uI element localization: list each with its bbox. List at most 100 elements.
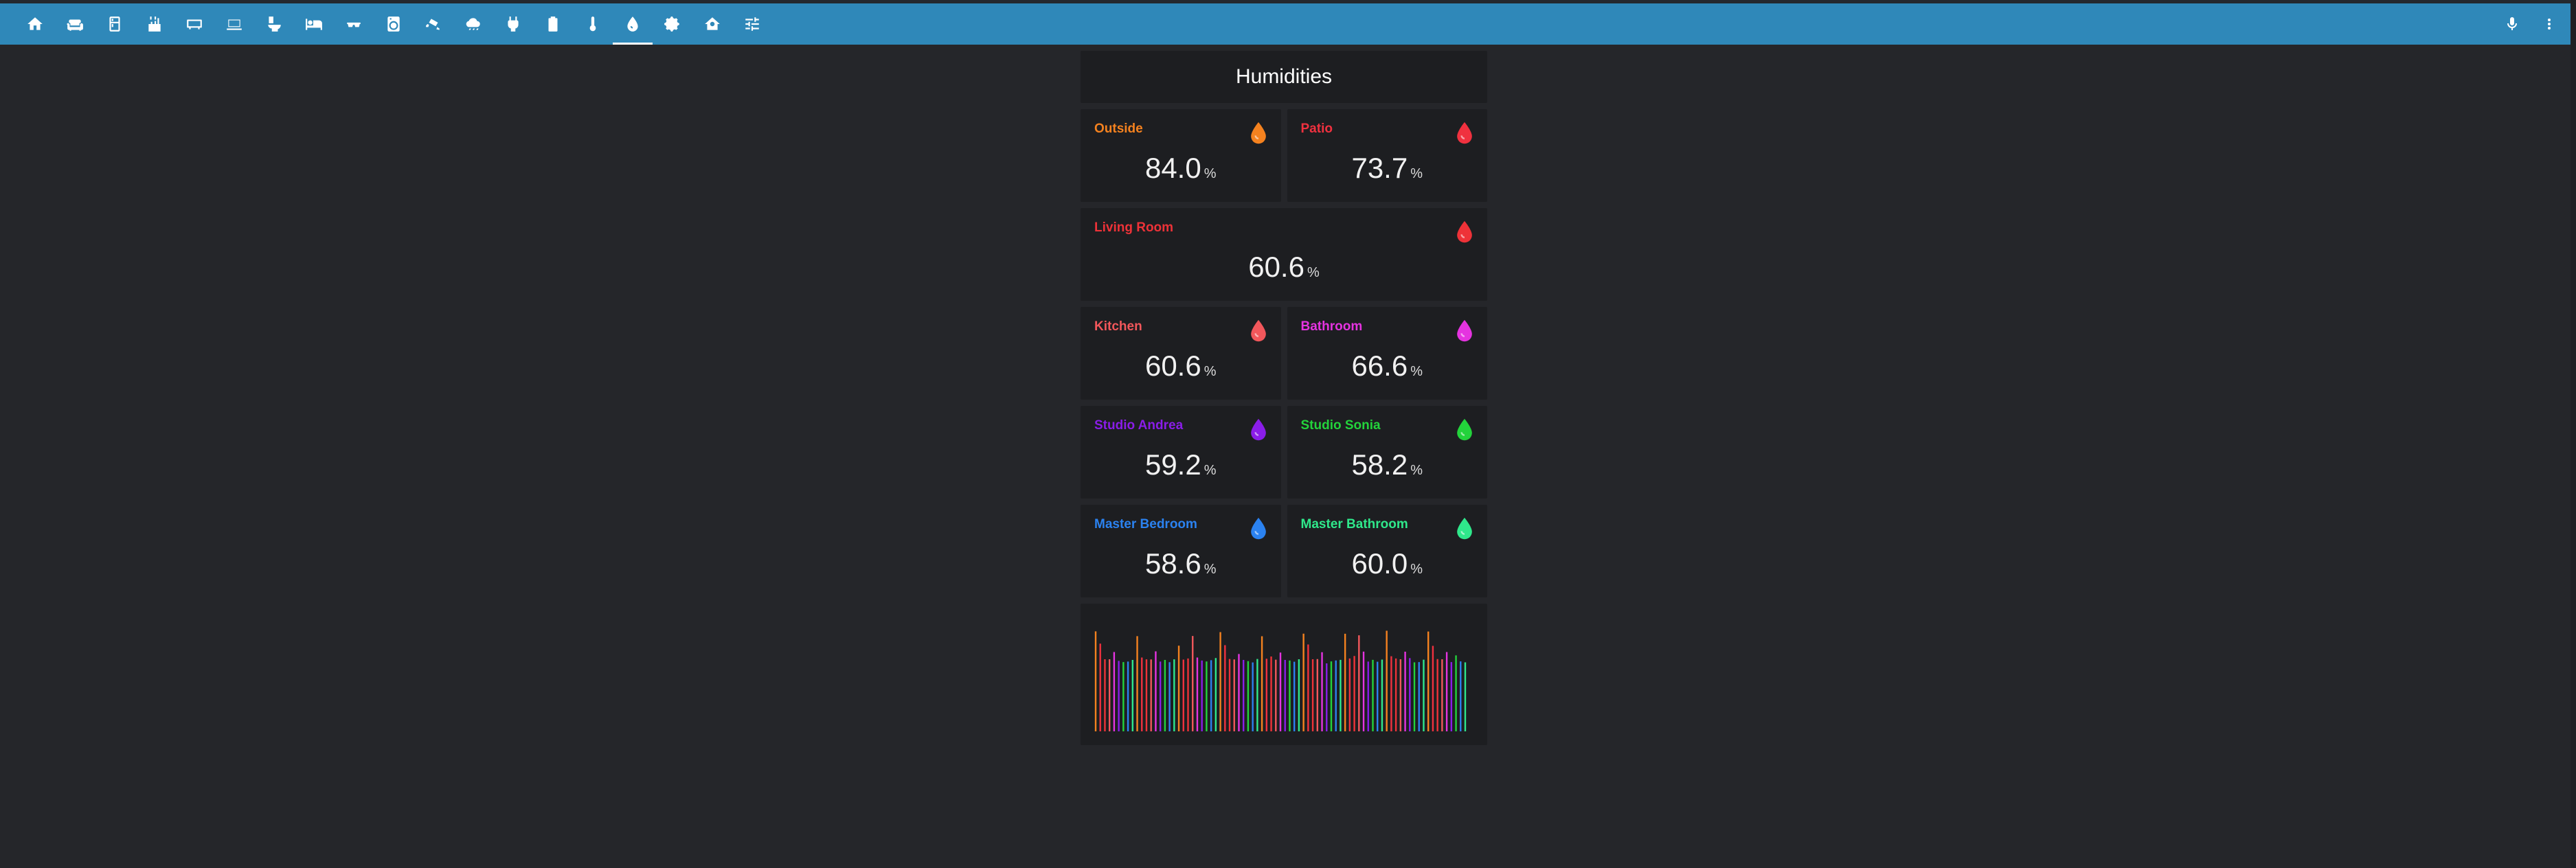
sensor-name: Patio bbox=[1300, 122, 1333, 136]
tab-washing-machine[interactable] bbox=[374, 3, 414, 45]
sensor-row: Living Room 60.6% bbox=[1081, 208, 1487, 301]
tab-thermometer[interactable] bbox=[573, 3, 613, 45]
sensor-unit: % bbox=[1204, 364, 1217, 379]
home-icon bbox=[27, 17, 43, 30]
toolbar-actions bbox=[2500, 3, 2561, 45]
sensor-value: 59.2 bbox=[1144, 448, 1201, 481]
weather-icon bbox=[466, 18, 480, 30]
sensor-name: Bathroom bbox=[1300, 319, 1363, 334]
sensor-unit: % bbox=[1410, 562, 1423, 577]
more-vertical-button[interactable] bbox=[2538, 12, 2561, 36]
sensor-row: Outside 84.0% Patio 73.7% bbox=[1081, 109, 1487, 202]
sensor-reading: 60.0% bbox=[1287, 547, 1488, 580]
sensor-value: 60.6 bbox=[1248, 251, 1304, 283]
tab-glasses[interactable] bbox=[334, 3, 374, 45]
tab-weather[interactable] bbox=[453, 3, 493, 45]
water-drop-icon bbox=[1250, 517, 1266, 540]
sensor-card[interactable]: Master Bathroom 60.0% bbox=[1287, 505, 1488, 597]
sensor-unit: % bbox=[1410, 463, 1423, 478]
sensor-card[interactable]: Kitchen 60.6% bbox=[1081, 307, 1281, 400]
sensor-reading: 60.6% bbox=[1081, 251, 1487, 284]
tab-power-plug[interactable] bbox=[493, 3, 533, 45]
sensor-unit: % bbox=[1410, 166, 1423, 181]
more-vertical-icon bbox=[2548, 19, 2551, 30]
history-graph-card[interactable] bbox=[1081, 604, 1487, 745]
sensor-name: Outside bbox=[1094, 122, 1143, 136]
kitchen-icon bbox=[148, 16, 161, 32]
sensor-unit: % bbox=[1410, 364, 1423, 379]
tab-home-automation[interactable] bbox=[692, 3, 732, 45]
water-drop-icon bbox=[1457, 319, 1472, 342]
sensor-reading: 84.0% bbox=[1081, 152, 1281, 185]
sensor-card[interactable]: Bathroom 66.6% bbox=[1287, 307, 1488, 400]
thermometer-icon bbox=[589, 16, 596, 32]
tab-kitchen[interactable] bbox=[135, 3, 174, 45]
top-toolbar bbox=[0, 3, 2571, 45]
view-tabs bbox=[15, 3, 772, 45]
sensor-name: Kitchen bbox=[1094, 319, 1142, 334]
water-drop-icon bbox=[1250, 319, 1266, 342]
sensor-reading: 73.7% bbox=[1287, 152, 1488, 185]
tune-icon bbox=[745, 17, 759, 31]
sensor-name: Master Bedroom bbox=[1094, 517, 1197, 532]
toilet-icon bbox=[268, 16, 281, 32]
microphone-icon bbox=[2507, 17, 2518, 30]
tab-laptop[interactable] bbox=[214, 3, 254, 45]
sensor-card[interactable]: Studio Sonia 58.2% bbox=[1287, 406, 1488, 499]
sensor-reading: 58.6% bbox=[1081, 547, 1281, 580]
washing-machine-icon bbox=[387, 16, 400, 32]
tab-cctv[interactable] bbox=[414, 3, 453, 45]
humidity-history-chart bbox=[1094, 630, 1467, 731]
tab-toilet[interactable] bbox=[254, 3, 294, 45]
tab-settings[interactable] bbox=[653, 3, 692, 45]
power-plug-icon bbox=[508, 16, 519, 32]
sensor-value: 58.6 bbox=[1144, 547, 1201, 580]
sensor-card[interactable]: Studio Andrea 59.2% bbox=[1081, 406, 1281, 499]
water-drop-icon bbox=[1457, 122, 1472, 144]
sensor-reading: 60.6% bbox=[1081, 350, 1281, 382]
page-scrollbar[interactable] bbox=[2571, 0, 2576, 868]
water-drop-icon bbox=[1457, 517, 1472, 540]
sensor-value: 66.6 bbox=[1351, 350, 1408, 382]
home-automation-icon bbox=[705, 17, 720, 30]
glasses-icon bbox=[347, 22, 361, 27]
sensor-card[interactable]: Patio 73.7% bbox=[1287, 109, 1488, 202]
sensor-unit: % bbox=[1307, 265, 1320, 280]
sofa-icon bbox=[67, 19, 83, 31]
sensor-value: 58.2 bbox=[1351, 448, 1408, 481]
tab-tv[interactable] bbox=[174, 3, 214, 45]
sensor-reading: 58.2% bbox=[1287, 448, 1488, 481]
sensor-card[interactable]: Outside 84.0% bbox=[1081, 109, 1281, 202]
sensor-grid: Outside 84.0% Patio 73.7% Living Room 60.6% Ki… bbox=[1081, 109, 1487, 597]
sensor-row: Studio Andrea 59.2% Studio Sonia 58.2% bbox=[1081, 406, 1487, 499]
sensor-row: Kitchen 60.6% Bathroom 66.6% bbox=[1081, 307, 1487, 400]
tab-sofa[interactable] bbox=[55, 3, 95, 45]
microphone-button[interactable] bbox=[2500, 12, 2524, 36]
tab-water-drop[interactable] bbox=[613, 3, 653, 45]
settings-icon bbox=[664, 16, 679, 32]
tab-battery[interactable] bbox=[533, 3, 573, 45]
sensor-name: Studio Sonia bbox=[1300, 418, 1381, 433]
sensor-card[interactable]: Living Room 60.6% bbox=[1081, 208, 1487, 301]
sensor-value: 60.6 bbox=[1144, 350, 1201, 382]
tab-home[interactable] bbox=[15, 3, 55, 45]
water-drop-icon bbox=[1250, 418, 1266, 441]
humidities-panel: Humidities Outside 84.0% Patio 73.7% Living … bbox=[1081, 51, 1487, 745]
sensor-value: 60.0 bbox=[1351, 547, 1408, 580]
sensor-card[interactable]: Master Bedroom 58.6% bbox=[1081, 505, 1281, 597]
sensor-name: Studio Andrea bbox=[1094, 418, 1184, 433]
sensor-row: Master Bedroom 58.6% Master Bathroom 60.0% bbox=[1081, 505, 1487, 597]
sensor-unit: % bbox=[1204, 463, 1217, 478]
sensor-unit: % bbox=[1204, 166, 1217, 181]
laptop-icon bbox=[227, 19, 242, 30]
sensor-value: 73.7 bbox=[1351, 152, 1408, 184]
water-drop-icon bbox=[1457, 220, 1472, 243]
panel-title: Humidities bbox=[1081, 51, 1487, 103]
tab-fridge[interactable] bbox=[95, 3, 135, 45]
sensor-reading: 66.6% bbox=[1287, 350, 1488, 382]
tab-bed[interactable] bbox=[294, 3, 334, 45]
bed-icon bbox=[306, 19, 322, 30]
tab-tune[interactable] bbox=[732, 3, 772, 45]
sensor-reading: 59.2% bbox=[1081, 448, 1281, 481]
water-drop-icon bbox=[1250, 122, 1266, 144]
